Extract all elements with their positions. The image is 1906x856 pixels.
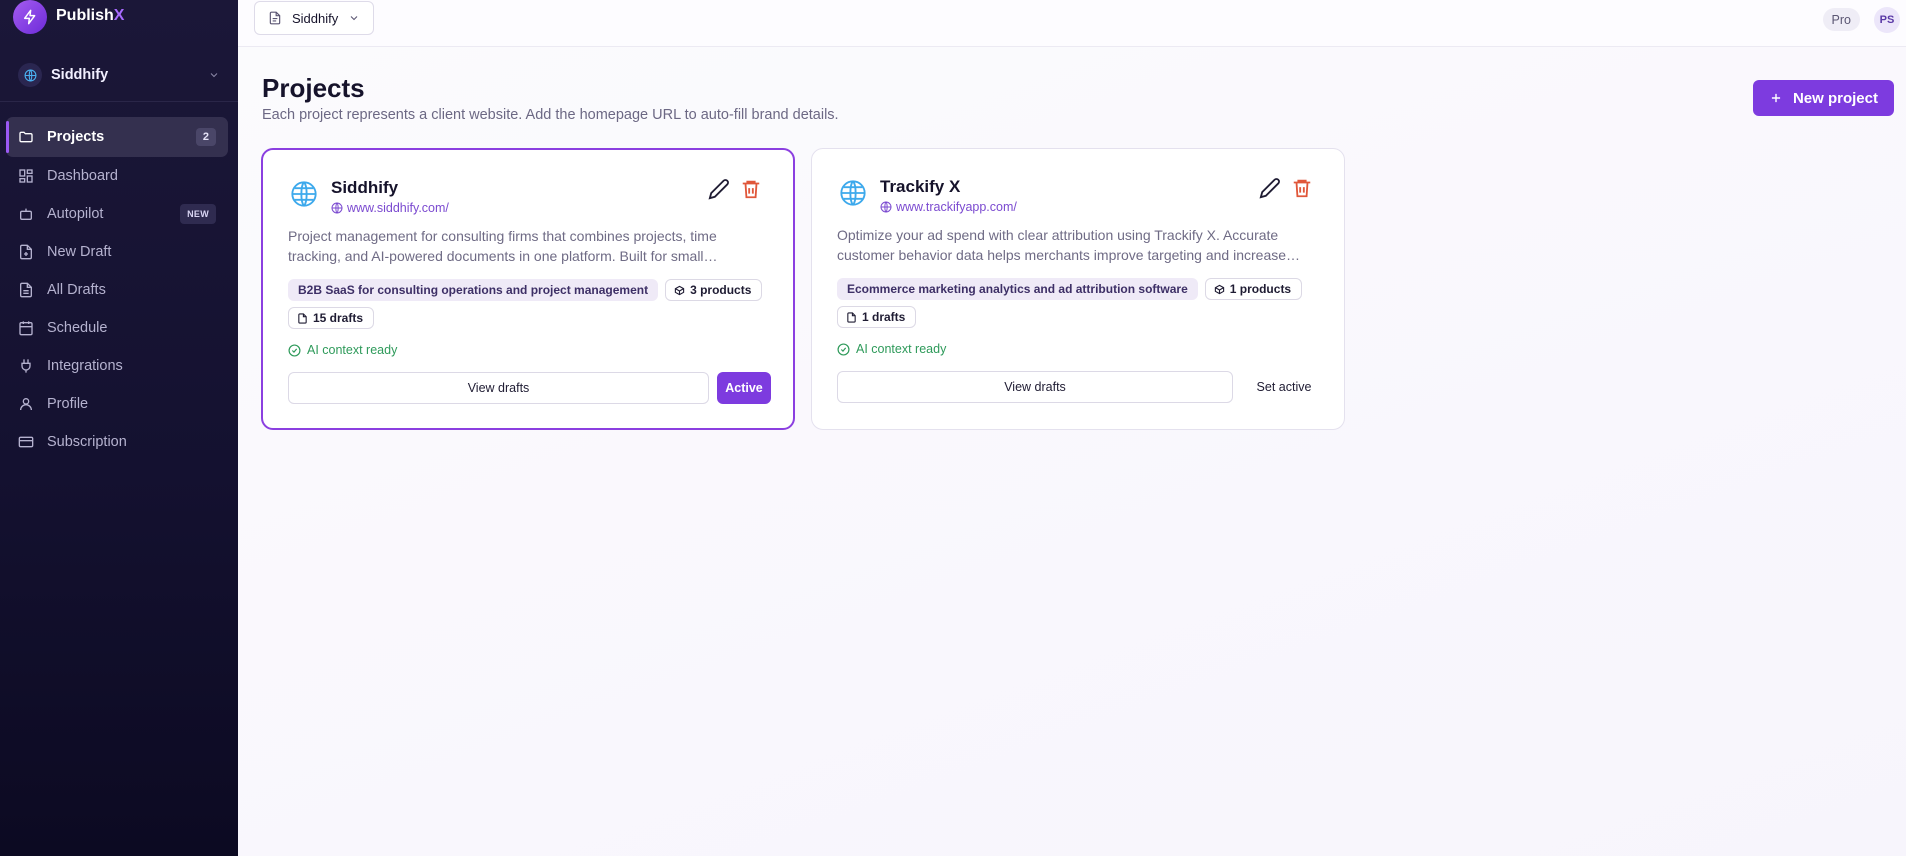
check-circle-icon bbox=[288, 343, 301, 357]
project-url-link[interactable]: www.siddhify.com/ bbox=[331, 201, 449, 215]
dashboard-icon bbox=[19, 169, 33, 183]
plan-badge: Pro bbox=[1822, 8, 1860, 31]
globe-icon bbox=[880, 201, 892, 213]
file-plus-icon bbox=[20, 244, 32, 260]
sidebar-item-label: Integrations bbox=[47, 358, 123, 374]
edit-pencil-icon[interactable] bbox=[708, 178, 730, 200]
project-url: www.trackifyapp.com/ bbox=[896, 200, 1017, 214]
project-url-link[interactable]: www.trackifyapp.com/ bbox=[880, 200, 1017, 214]
bot-icon bbox=[20, 208, 32, 220]
file-icon bbox=[269, 11, 281, 25]
page-subtitle: Each project represents a client website… bbox=[262, 107, 839, 123]
box-icon bbox=[1214, 284, 1224, 294]
file-icon bbox=[847, 311, 856, 323]
page-title: Projects bbox=[262, 73, 365, 103]
top-bar: Siddhify Pro PS bbox=[238, 0, 1906, 47]
globe-icon bbox=[291, 181, 317, 207]
box-icon bbox=[674, 285, 685, 295]
ai-context-status: AI context ready bbox=[288, 343, 397, 357]
chevron-down-icon bbox=[210, 73, 218, 78]
trash-icon[interactable] bbox=[740, 178, 762, 200]
sidebar-item-projects[interactable]: Projects 2 bbox=[6, 117, 228, 157]
project-card-trackify[interactable]: Trackify X www.trackifyapp.com/ Optimize… bbox=[811, 148, 1345, 430]
sidebar-item-dashboard[interactable]: Dashboard bbox=[6, 157, 228, 195]
globe-icon bbox=[331, 202, 343, 214]
sidebar-item-label: All Drafts bbox=[47, 282, 106, 298]
sidebar-item-label: Subscription bbox=[47, 434, 127, 450]
products-chip: 1 products bbox=[1204, 278, 1303, 300]
sidebar-item-autopilot[interactable]: Autopilot NEW bbox=[6, 195, 228, 233]
edit-pencil-icon[interactable] bbox=[1259, 177, 1281, 199]
new-project-button[interactable]: New project bbox=[1752, 80, 1894, 116]
products-chip: 3 products bbox=[665, 279, 763, 301]
ai-context-status: AI context ready bbox=[837, 342, 946, 356]
sidebar-item-all-drafts[interactable]: All Drafts bbox=[6, 271, 228, 309]
sidebar-item-integrations[interactable]: Integrations bbox=[6, 347, 228, 385]
brand-name: PublishX bbox=[56, 7, 125, 24]
project-tags: B2B SaaS for consulting operations and p… bbox=[288, 279, 773, 329]
drafts-chip: 1 drafts bbox=[837, 306, 917, 328]
project-name: Siddhify bbox=[331, 178, 399, 197]
project-description: Optimize your ad spend with clear attrib… bbox=[837, 227, 1287, 263]
sidebar: PublishX Siddhify Projects 2 Dashboard A… bbox=[0, 0, 238, 856]
sidebar-item-schedule[interactable]: Schedule bbox=[6, 309, 228, 347]
brand[interactable]: PublishX bbox=[0, 0, 238, 38]
main-content: Projects Each project represents a clien… bbox=[238, 47, 1906, 856]
sidebar-item-label: Dashboard bbox=[47, 168, 118, 184]
workspace-name: Siddhify bbox=[51, 67, 109, 83]
sidebar-item-profile[interactable]: Profile bbox=[6, 385, 228, 423]
chevron-down-icon bbox=[350, 16, 358, 21]
sidebar-divider bbox=[0, 101, 238, 102]
user-icon bbox=[20, 398, 32, 411]
project-name: Trackify X bbox=[880, 177, 961, 196]
sidebar-item-label: Projects bbox=[47, 129, 105, 145]
projects-count-badge: 2 bbox=[195, 128, 216, 146]
sidebar-item-subscription[interactable]: Subscription bbox=[6, 423, 228, 461]
project-selector[interactable]: Siddhify bbox=[254, 1, 375, 35]
project-card-siddhify[interactable]: Siddhify www.siddhify.com/ Project manag… bbox=[261, 148, 795, 430]
avatar[interactable]: PS bbox=[1874, 7, 1900, 33]
plus-icon bbox=[1771, 93, 1781, 103]
folder-icon bbox=[19, 131, 33, 143]
calendar-icon bbox=[19, 321, 33, 336]
trash-icon[interactable] bbox=[1291, 177, 1313, 199]
files-icon bbox=[20, 282, 32, 298]
new-badge: NEW bbox=[180, 204, 216, 224]
plug-icon bbox=[21, 359, 31, 373]
sidebar-item-label: New Draft bbox=[47, 244, 112, 260]
category-chip: B2B SaaS for consulting operations and p… bbox=[288, 279, 659, 301]
drafts-chip: 15 drafts bbox=[288, 307, 375, 329]
globe-icon bbox=[18, 63, 42, 87]
sidebar-nav: Projects 2 Dashboard Autopilot NEW New D… bbox=[6, 117, 228, 461]
view-drafts-button[interactable]: View drafts bbox=[837, 371, 1233, 403]
project-description: Project management for consulting firms … bbox=[288, 228, 717, 264]
sidebar-item-label: Autopilot bbox=[47, 206, 104, 222]
category-chip: Ecommerce marketing analytics and ad att… bbox=[837, 278, 1198, 300]
active-button[interactable]: Active bbox=[717, 372, 771, 404]
check-circle-icon bbox=[837, 342, 850, 356]
project-selector-value: Siddhify bbox=[292, 10, 339, 26]
credit-card-icon bbox=[18, 436, 34, 448]
project-tags: Ecommerce marketing analytics and ad att… bbox=[837, 278, 1324, 328]
project-url: www.siddhify.com/ bbox=[347, 201, 449, 215]
new-project-label: New project bbox=[1792, 89, 1878, 107]
globe-icon bbox=[840, 180, 866, 206]
view-drafts-button[interactable]: View drafts bbox=[288, 372, 709, 404]
sidebar-item-label: Profile bbox=[47, 396, 89, 412]
sidebar-item-new-draft[interactable]: New Draft bbox=[6, 233, 228, 271]
set-active-button[interactable]: Set active bbox=[1244, 371, 1324, 403]
workspace-switcher[interactable]: Siddhify bbox=[18, 57, 220, 93]
sidebar-item-label: Schedule bbox=[47, 320, 108, 336]
lightning-logo-icon bbox=[13, 0, 47, 34]
file-icon bbox=[298, 312, 307, 324]
